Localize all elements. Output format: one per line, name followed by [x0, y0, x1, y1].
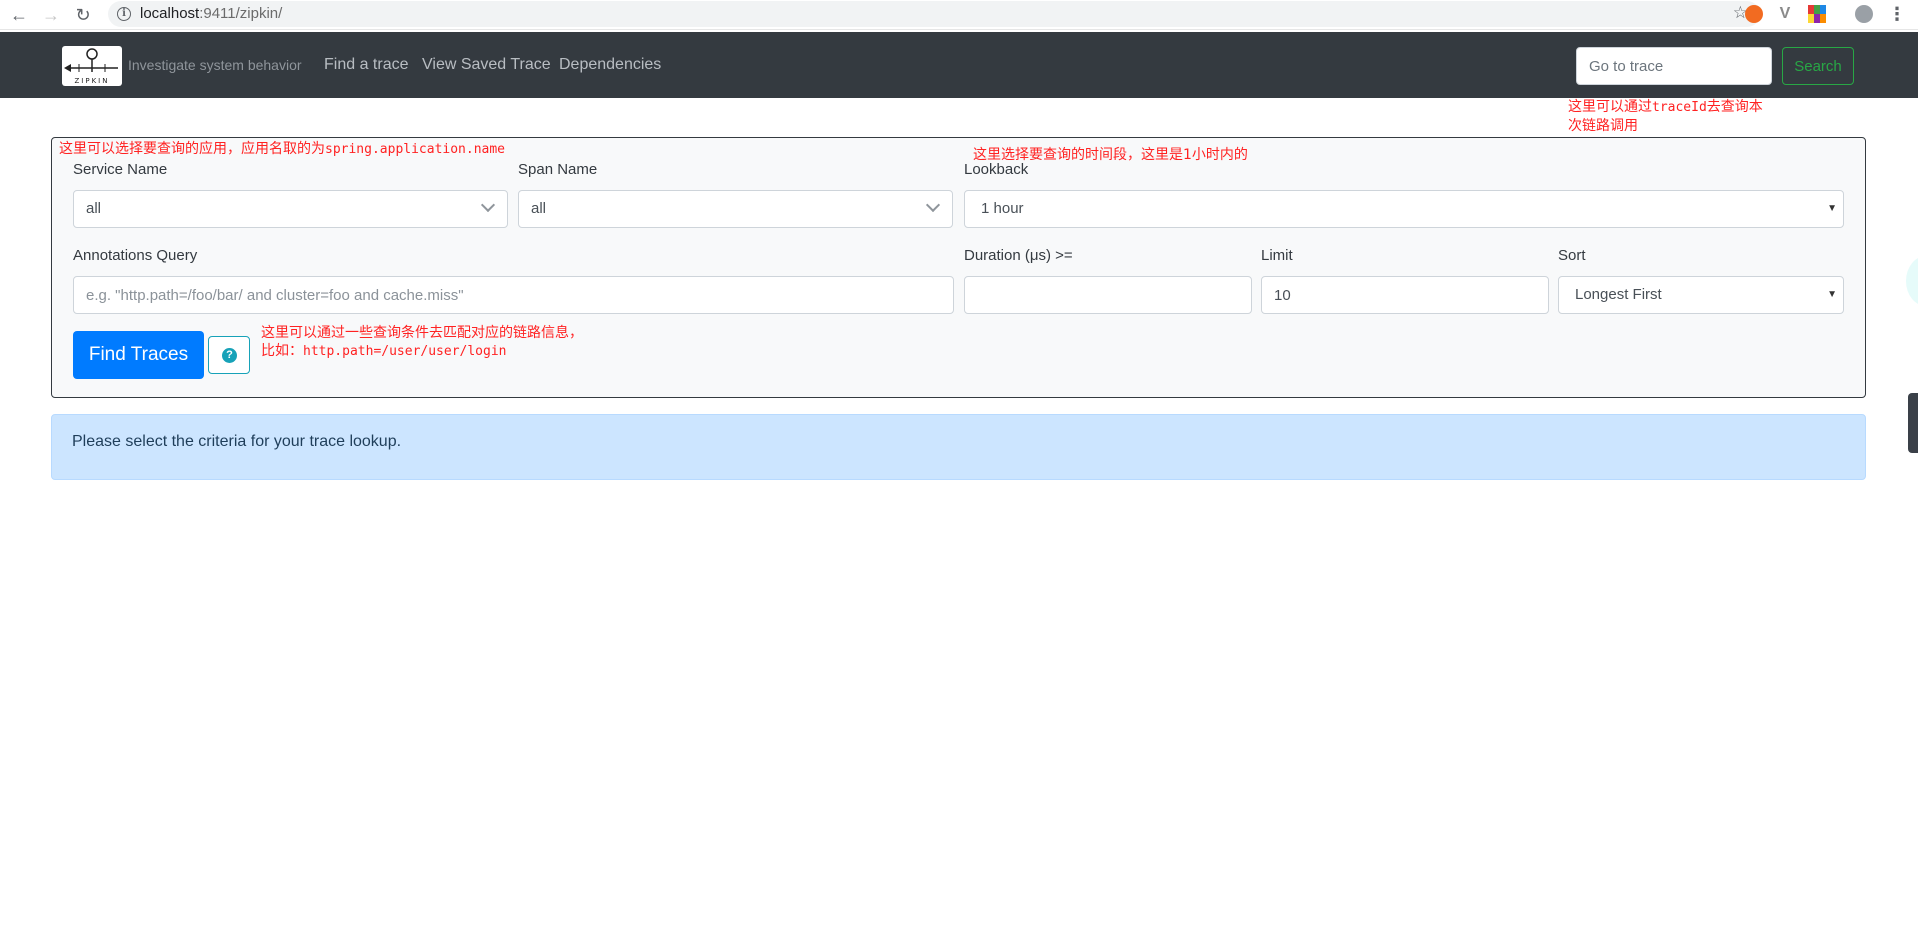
question-circle-icon: ?	[222, 348, 237, 363]
chevron-down-icon	[925, 197, 941, 213]
search-button[interactable]: Search	[1782, 47, 1854, 85]
lookback-select[interactable]: 1 hour ▼	[964, 190, 1844, 228]
sort-select[interactable]: Longest First ▼	[1558, 276, 1844, 314]
find-traces-button[interactable]: Find Traces	[73, 331, 204, 379]
service-name-select[interactable]: all	[73, 190, 508, 228]
info-alert: Please select the criteria for your trac…	[51, 414, 1866, 480]
alert-message: Please select the criteria for your trac…	[72, 433, 402, 450]
url-text[interactable]: localhost:9411/zipkin/	[140, 5, 282, 22]
caret-down-icon: ▼	[1827, 289, 1837, 300]
annotation-query: 这里可以通过一些查询条件去匹配对应的链路信息， 比如：http.path=/us…	[261, 325, 583, 359]
reload-icon[interactable]: ↻	[72, 4, 94, 26]
span-name-label: Span Name	[518, 161, 598, 178]
extension-color-grid-icon[interactable]	[1808, 5, 1826, 23]
browser-menu-icon[interactable]: ⋮	[1888, 5, 1906, 23]
search-panel: 这里可以选择要查询的应用，应用名取的为spring.application.na…	[51, 137, 1866, 398]
lookback-label: Lookback	[964, 161, 1029, 178]
annotation-service: 这里可以选择要查询的应用，应用名取的为spring.application.na…	[59, 141, 506, 157]
sort-label: Sort	[1558, 247, 1586, 264]
annotations-query-input[interactable]	[73, 276, 954, 314]
service-name-label: Service Name	[73, 161, 168, 178]
zipkin-logo[interactable]: ZIPKIN	[62, 46, 122, 86]
profile-avatar-icon[interactable]	[1855, 5, 1873, 23]
limit-label: Limit	[1261, 247, 1293, 264]
browser-toolbar: ← → ↻ i localhost:9411/zipkin/ ☆ V ⋮	[0, 0, 1918, 30]
nav-link-dependencies[interactable]: Dependencies	[559, 56, 661, 74]
tagline: Investigate system behavior	[128, 57, 302, 73]
annotation-traceid: 这里可以通过traceId去查询本 次链路调用	[1568, 99, 1763, 134]
nav-link-view-saved-trace[interactable]: View Saved Trace	[422, 56, 551, 74]
duration-input[interactable]	[964, 276, 1252, 314]
side-handle[interactable]	[1908, 393, 1918, 453]
annotations-query-label: Annotations Query	[73, 247, 198, 264]
forward-arrow-icon[interactable]: →	[40, 4, 62, 26]
nav-link-find-trace[interactable]: Find a trace	[324, 56, 408, 74]
limit-input[interactable]	[1261, 276, 1549, 314]
help-button[interactable]: ?	[208, 336, 250, 374]
duration-label: Duration (μs) >=	[964, 247, 1073, 264]
site-info-icon[interactable]: i	[117, 7, 131, 21]
extension-vue-icon[interactable]: V	[1776, 5, 1794, 23]
floating-widget[interactable]	[1906, 256, 1918, 306]
extension-orange-icon[interactable]	[1745, 5, 1763, 23]
chevron-down-icon	[480, 197, 496, 213]
address-bar[interactable]: i localhost:9411/zipkin/ ☆	[108, 1, 1760, 27]
span-name-select[interactable]: all	[518, 190, 953, 228]
go-to-trace-input[interactable]	[1576, 47, 1772, 85]
back-arrow-icon[interactable]: ←	[8, 4, 30, 26]
caret-down-icon: ▼	[1827, 203, 1837, 214]
top-navbar: ZIPKIN Investigate system behavior Find …	[0, 32, 1918, 98]
